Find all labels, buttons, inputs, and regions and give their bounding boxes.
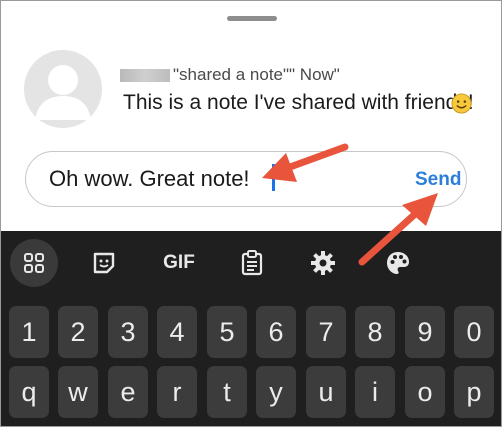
- sheet-drag-handle[interactable]: [227, 16, 277, 21]
- key-6[interactable]: 6: [256, 306, 296, 358]
- clipboard-icon[interactable]: [237, 245, 267, 281]
- reply-input[interactable]: Oh wow. Great note!: [49, 166, 250, 192]
- key-0[interactable]: 0: [454, 306, 494, 358]
- key-5[interactable]: 5: [207, 306, 247, 358]
- gif-button[interactable]: GIF: [159, 245, 199, 281]
- key-q[interactable]: q: [9, 366, 49, 418]
- key-t[interactable]: t: [207, 366, 247, 418]
- key-7[interactable]: 7: [306, 306, 346, 358]
- key-i[interactable]: i: [355, 366, 395, 418]
- palette-icon[interactable]: [382, 245, 414, 281]
- key-3[interactable]: 3: [108, 306, 148, 358]
- key-o[interactable]: o: [405, 366, 445, 418]
- app-frame: "shared a note"" Now" This is a note I'v…: [0, 0, 502, 427]
- key-e[interactable]: e: [108, 366, 148, 418]
- text-cursor: [272, 164, 275, 191]
- sticker-icon[interactable]: [89, 245, 119, 281]
- note-meta: "shared a note"" Now": [173, 65, 340, 84]
- send-button[interactable]: Send: [415, 169, 461, 191]
- keyboard: GIF 1 2 3 4 5 6 7 8 9 0 q w e r t y u i …: [1, 231, 501, 426]
- key-1[interactable]: 1: [9, 306, 49, 358]
- redacted-username: [120, 69, 170, 82]
- key-r[interactable]: r: [157, 366, 197, 418]
- key-4[interactable]: 4: [157, 306, 197, 358]
- key-u[interactable]: u: [306, 366, 346, 418]
- key-2[interactable]: 2: [58, 306, 98, 358]
- key-8[interactable]: 8: [355, 306, 395, 358]
- key-y[interactable]: y: [256, 366, 296, 418]
- gear-icon[interactable]: [307, 245, 339, 281]
- key-p[interactable]: p: [454, 366, 494, 418]
- key-w[interactable]: w: [58, 366, 98, 418]
- key-9[interactable]: 9: [405, 306, 445, 358]
- reply-field[interactable]: Oh wow. Great note! Send: [25, 151, 467, 207]
- default-user-icon: [35, 65, 91, 120]
- note-text: This is a note I've shared with friends!: [123, 91, 474, 114]
- apps-grid-icon[interactable]: [10, 239, 58, 287]
- slightly-smiling-face-icon: [451, 93, 472, 114]
- avatar[interactable]: [24, 50, 102, 128]
